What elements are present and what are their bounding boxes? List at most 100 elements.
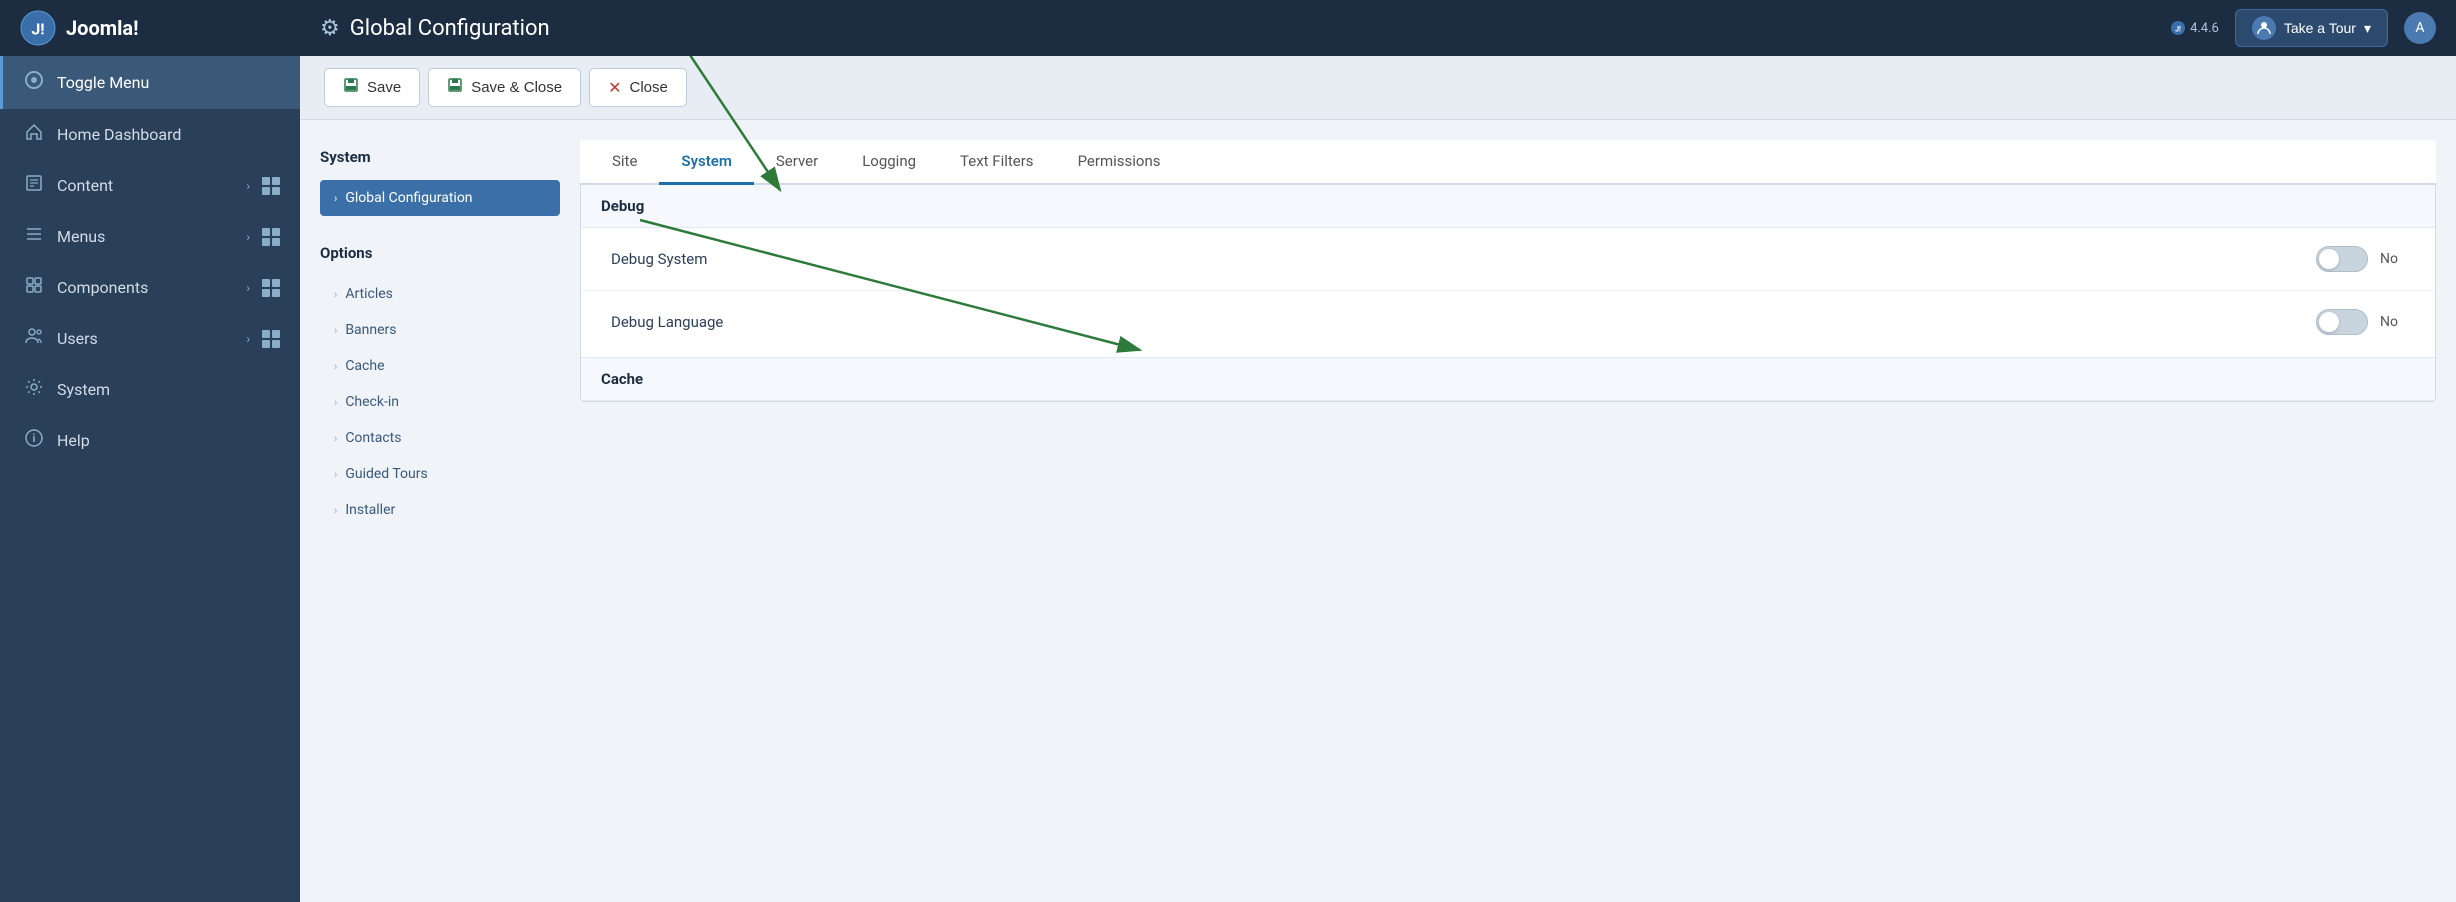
take-tour-label: Take a Tour: [2284, 20, 2356, 36]
options-section-title: Options: [320, 236, 560, 270]
save-close-button[interactable]: Save & Close: [428, 68, 581, 107]
sidebar-item-system[interactable]: System: [0, 364, 300, 415]
users-grid-icon: [262, 330, 280, 348]
debug-language-label: Debug Language: [611, 313, 2316, 331]
joomla-small-icon: J!: [2170, 20, 2186, 36]
tab-logging-label: Logging: [862, 152, 916, 170]
version-text: 4.4.6: [2190, 21, 2219, 36]
left-panel-item-guided-tours[interactable]: › Guided Tours: [320, 456, 560, 492]
tab-server-label: Server: [776, 152, 818, 170]
sidebar-item-menus[interactable]: Menus ›: [0, 211, 300, 262]
home-dashboard-label: Home Dashboard: [57, 125, 280, 144]
tab-text-filters-label: Text Filters: [960, 152, 1034, 170]
users-label: Users: [57, 329, 234, 348]
options-section: Options › Articles › Banners › Cache ›: [320, 236, 560, 528]
home-icon: [23, 123, 45, 146]
right-panel: Site System Server Logging Text Filters: [580, 140, 2436, 882]
content-grid-icon: [262, 177, 280, 195]
sidebar-item-content[interactable]: Content ›: [0, 160, 300, 211]
debug-system-row: Debug System No: [581, 228, 2435, 291]
tab-site[interactable]: Site: [590, 140, 659, 185]
left-panel-item-banners[interactable]: › Banners: [320, 312, 560, 348]
installer-label: Installer: [345, 502, 395, 518]
debug-language-toggle[interactable]: [2316, 309, 2368, 335]
articles-label: Articles: [345, 286, 393, 302]
save-icon: [343, 77, 359, 98]
components-chevron-icon: ›: [246, 281, 250, 295]
save-close-label: Save & Close: [471, 79, 562, 96]
components-grid-icon: [262, 279, 280, 297]
left-panel-item-installer[interactable]: › Installer: [320, 492, 560, 528]
global-config-label: Global Configuration: [345, 190, 472, 206]
tab-server[interactable]: Server: [754, 140, 840, 185]
left-panel: System › Global Configuration Options › …: [320, 140, 560, 882]
sidebar-item-home-dashboard[interactable]: Home Dashboard: [0, 109, 300, 160]
debug-section: Debug Debug System No Debug Language: [581, 185, 2435, 353]
toggle-menu-icon: [23, 70, 45, 95]
logo-text: Joomla!: [66, 16, 138, 40]
sidebar: Toggle Menu Home Dashboard Content › Men…: [0, 56, 300, 902]
logo-area: J! Joomla!: [20, 10, 320, 46]
guided-tours-label: Guided Tours: [345, 466, 427, 482]
chevron-right-icon: ›: [334, 288, 337, 301]
tab-system-label: System: [681, 152, 731, 170]
left-panel-item-cache[interactable]: › Cache: [320, 348, 560, 384]
users-icon: [23, 327, 45, 350]
save-close-icon: [447, 77, 463, 98]
circle-icon: [24, 70, 44, 90]
system-label: System: [57, 380, 280, 399]
cache-label: Cache: [345, 358, 384, 374]
config-content: System › Global Configuration Options › …: [300, 120, 2456, 902]
system-section: System › Global Configuration: [320, 140, 560, 216]
debug-system-label: Debug System: [611, 250, 2316, 268]
tab-permissions[interactable]: Permissions: [1056, 140, 1183, 185]
sidebar-item-components[interactable]: Components ›: [0, 262, 300, 313]
sidebar-item-users[interactable]: Users ›: [0, 313, 300, 364]
left-panel-item-check-in[interactable]: › Check-in: [320, 384, 560, 420]
cache-section-header: Cache: [581, 357, 2435, 401]
close-button[interactable]: ✕ Close: [589, 68, 687, 107]
tab-logging[interactable]: Logging: [840, 140, 938, 185]
sidebar-item-help[interactable]: i Help: [0, 415, 300, 466]
left-panel-item-contacts[interactable]: › Contacts: [320, 420, 560, 456]
debug-language-row: Debug Language No: [581, 291, 2435, 353]
close-icon: ✕: [608, 78, 621, 98]
chevron-right-icon: ›: [334, 192, 337, 205]
main-layout: Toggle Menu Home Dashboard Content › Men…: [0, 56, 2456, 902]
tab-permissions-label: Permissions: [1078, 152, 1161, 170]
tour-icon: [2252, 16, 2276, 40]
components-icon: [23, 276, 45, 299]
svg-text:J!: J!: [31, 19, 44, 38]
chevron-right-icon: ›: [334, 360, 337, 373]
svg-text:i: i: [33, 432, 36, 445]
users-chevron-icon: ›: [246, 332, 250, 346]
top-header: J! Joomla! ⚙ Global Configuration J! 4.4…: [0, 0, 2456, 56]
menus-icon: [23, 225, 45, 248]
content-area: Save Save & Close ✕ Close System ›: [300, 56, 2456, 902]
avatar[interactable]: A: [2404, 12, 2436, 44]
content-icon: [23, 174, 45, 197]
system-section-title: System: [320, 140, 560, 174]
person-icon: [2257, 21, 2271, 35]
tabs-bar: Site System Server Logging Text Filters: [580, 140, 2436, 185]
tab-text-filters[interactable]: Text Filters: [938, 140, 1056, 185]
chevron-right-icon: ›: [334, 432, 337, 445]
take-tour-button[interactable]: Take a Tour ▾: [2235, 9, 2388, 47]
tab-system[interactable]: System: [659, 140, 753, 185]
chevron-right-icon: ›: [334, 396, 337, 409]
tab-site-label: Site: [612, 152, 637, 170]
menus-grid-icon: [262, 228, 280, 246]
debug-system-value: No: [2380, 251, 2405, 267]
debug-system-toggle[interactable]: [2316, 246, 2368, 272]
save-button[interactable]: Save: [324, 68, 420, 107]
left-panel-item-articles[interactable]: › Articles: [320, 276, 560, 312]
sidebar-item-toggle-menu[interactable]: Toggle Menu: [0, 56, 300, 109]
debug-language-value: No: [2380, 314, 2405, 330]
debug-language-control: No: [2316, 309, 2405, 335]
header-title-text: Global Configuration: [350, 16, 550, 41]
chevron-right-icon: ›: [334, 468, 337, 481]
left-panel-item-global-configuration[interactable]: › Global Configuration: [320, 180, 560, 216]
toggle-menu-label: Toggle Menu: [57, 73, 280, 92]
help-icon: i: [23, 429, 45, 452]
chevron-right-icon: ›: [334, 504, 337, 517]
